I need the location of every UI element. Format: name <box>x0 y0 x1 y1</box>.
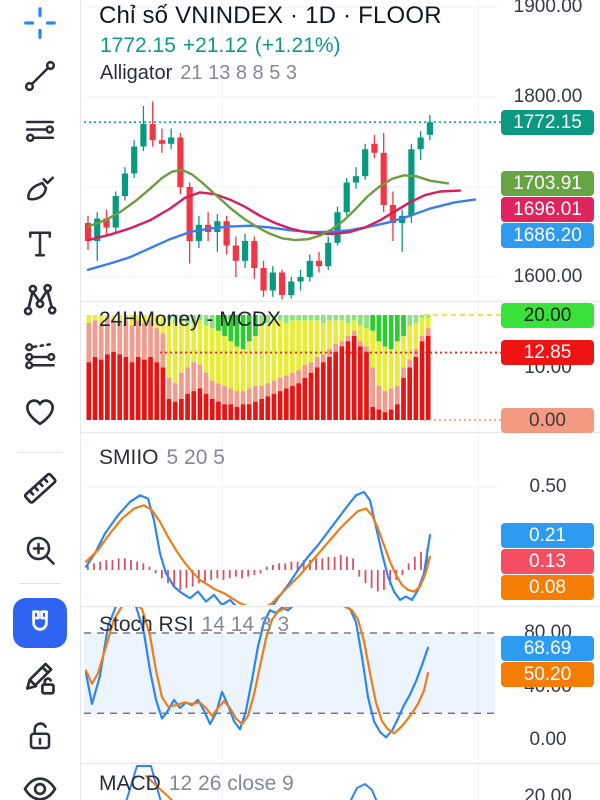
crosshair-icon <box>24 7 56 39</box>
indicator-title-smiio[interactable]: SMIIO 5 20 5 <box>99 446 225 470</box>
favorites-tool[interactable] <box>13 389 67 435</box>
axis-price-badge: 50.20 <box>501 661 594 687</box>
axis-price-badge: 0.08 <box>501 574 594 600</box>
indicator-params: 14 14 3 3 <box>201 613 290 636</box>
price-scale: 1900.00 1800.00 1600.00 1772.15 1703.91 1696.… <box>0 0 600 800</box>
axis-price-badge: 20.00 <box>501 302 594 328</box>
indicator-title-macd[interactable]: MACD 12 26 close 9 <box>99 772 294 796</box>
xabcd-pattern-tool[interactable] <box>13 277 67 323</box>
axis-price-badge: 0.13 <box>501 548 594 574</box>
axis-price-badge: 1703.91 <box>501 170 594 196</box>
horizontal-line-tool[interactable] <box>13 108 67 154</box>
axis-price-badge: 1686.20 <box>501 222 594 248</box>
price-change-pct: (+1.21%) <box>254 34 341 57</box>
axis-tick-label: 0.00 <box>529 729 567 750</box>
indicator-title-mcdx[interactable]: 24HMoney - MCDX <box>99 308 281 332</box>
price-change: +21.12 <box>182 34 248 57</box>
drawing-lock-tool[interactable] <box>13 656 67 702</box>
brush-icon <box>27 176 55 201</box>
trend-line-icon <box>24 60 56 92</box>
axis-tick-label: 1800.00 <box>513 86 583 107</box>
indicator-params: 12 26 close 9 <box>168 772 294 795</box>
zoom-in-tool[interactable] <box>13 527 67 573</box>
axis-price-badge: 0.21 <box>501 522 594 548</box>
axis-price-badge: 1772.15 <box>501 109 594 135</box>
drawing-toolbar <box>0 0 81 800</box>
price-readout: 1772.15 +21.12 (+1.21%) <box>100 34 348 58</box>
horizontal-line-icon <box>25 120 55 143</box>
toolbar-divider <box>18 583 62 584</box>
ruler-icon <box>23 472 57 504</box>
axis-tick-label: 0.50 <box>529 476 567 497</box>
axis-price-badge: 12.85 <box>501 340 594 366</box>
axis-tick-label: 1600.00 <box>513 266 583 287</box>
heart-icon <box>25 399 55 426</box>
indicator-name: SMIIO <box>99 446 159 469</box>
indicator-name: MACD <box>99 772 161 795</box>
zoom-in-icon <box>26 536 55 565</box>
trend-line-tool[interactable] <box>13 53 67 99</box>
indicator-params: 5 20 5 <box>166 446 225 469</box>
pencil-lock-icon <box>25 662 55 695</box>
toolbar-divider <box>18 452 62 453</box>
forecast-tool[interactable] <box>13 334 67 380</box>
indicator-name: 24HMoney - MCDX <box>99 308 282 331</box>
magnet-icon <box>32 610 48 631</box>
magnet-tool[interactable] <box>13 598 67 648</box>
indicator-title-alligator[interactable]: Alligator 21 13 8 8 5 3 <box>100 62 297 85</box>
symbol-title[interactable]: Chỉ số VNINDEX · 1D · FLOOR <box>99 2 442 30</box>
indicator-name: Alligator <box>100 62 173 84</box>
lock-open-icon <box>29 722 51 750</box>
axis-price-badge: 68.69 <box>501 635 594 661</box>
indicator-params: 21 13 8 8 5 3 <box>180 62 298 84</box>
eye-icon <box>23 777 57 800</box>
axis-price-badge: 0.00 <box>501 407 594 433</box>
forecast-icon <box>25 342 56 370</box>
lock-all-tool[interactable] <box>13 713 67 759</box>
axis-price-badge: 1696.01 <box>501 196 594 222</box>
indicator-title-stochrsi[interactable]: Stoch RSI 14 14 3 3 <box>99 613 289 637</box>
crosshair-tool[interactable] <box>13 0 67 46</box>
text-tool[interactable] <box>13 221 67 267</box>
xabcd-pattern-icon <box>23 283 57 316</box>
last-price: 1772.15 <box>100 34 176 57</box>
indicator-name: Stoch RSI <box>99 613 194 636</box>
text-icon <box>28 231 52 257</box>
axis-tick-label: 20.00 <box>524 786 572 800</box>
measure-tool[interactable] <box>13 465 67 511</box>
brush-tool[interactable] <box>13 166 67 212</box>
axis-tick-label: 1900.00 <box>513 0 583 17</box>
hide-all-tool[interactable] <box>13 766 67 800</box>
trading-chart-app: 1900.00 1800.00 1600.00 1772.15 1703.91 1696.… <box>0 0 600 800</box>
